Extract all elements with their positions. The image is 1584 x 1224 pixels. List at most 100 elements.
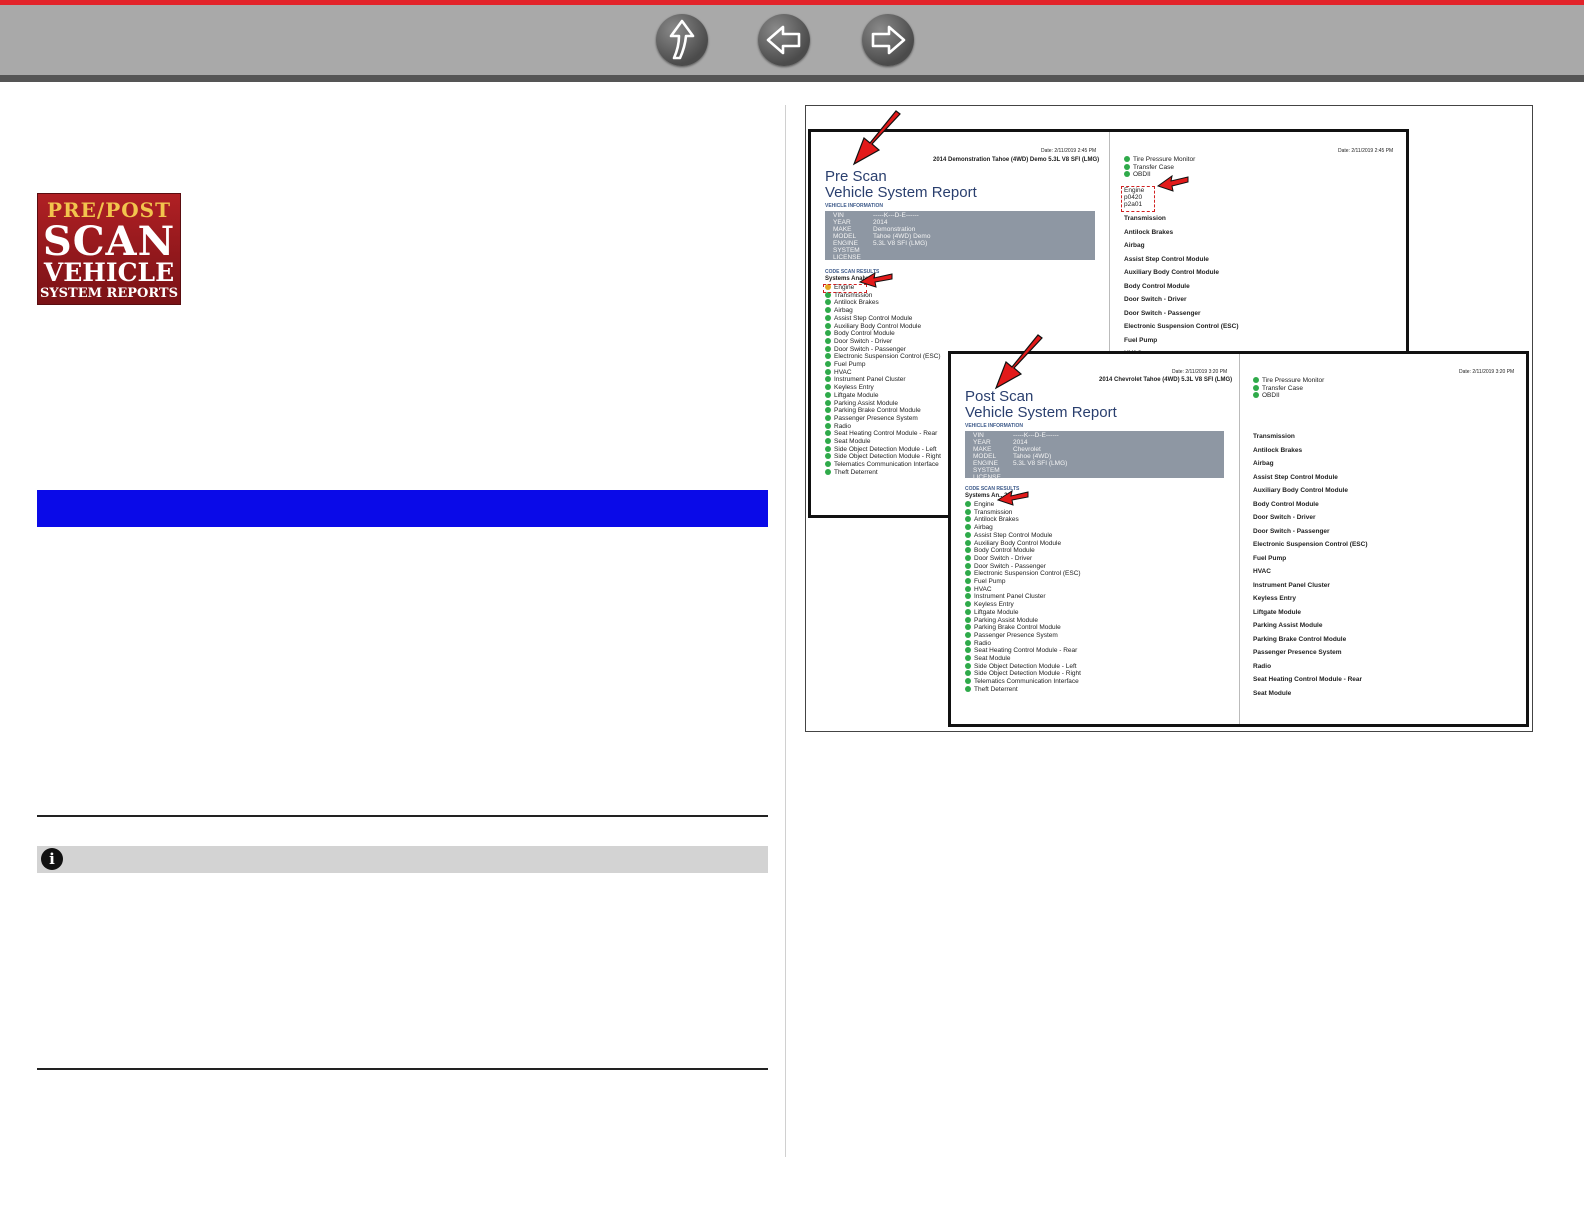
- system-row: Parking Brake Control Module: [965, 624, 1081, 632]
- status-check-icon: [965, 655, 971, 662]
- status-check-icon: [825, 391, 831, 398]
- vin-value: [1013, 474, 1067, 481]
- right-system-label: Liftgate Module: [1253, 608, 1302, 616]
- system-label: Assist Step Control Module: [834, 314, 913, 322]
- system-label: Keyless Entry: [834, 384, 874, 392]
- right-system-label: Parking Assist Module: [1253, 622, 1323, 629]
- pre-report-subtitle: Vehicle System Report: [825, 184, 977, 201]
- system-row: Body Control Module: [825, 330, 941, 338]
- right-system-label: Transmission: [1253, 433, 1295, 440]
- system-row: Instrument Panel Cluster: [965, 593, 1081, 601]
- status-check-icon: [965, 647, 971, 654]
- right-system-label: Airbag: [1253, 460, 1274, 467]
- toolbar-accent-stripe: [0, 0, 1584, 5]
- system-label: Parking Assist Module: [974, 616, 1038, 624]
- system-label: Door Switch - Driver: [834, 337, 893, 345]
- system-label: Door Switch - Passenger: [974, 562, 1046, 570]
- home-button[interactable]: [656, 14, 708, 66]
- system-row: Assist Step Control Module: [825, 314, 941, 323]
- system-row: Radio: [965, 639, 1081, 648]
- status-check-icon: [965, 578, 971, 585]
- status-check-icon: [825, 299, 831, 306]
- system-row: Instrument Panel Cluster: [825, 376, 941, 384]
- right-system-label: Keyless Entry: [1253, 595, 1296, 602]
- system-row: Theft Deterrent: [965, 685, 1081, 694]
- right-top-row: Transfer Case: [1253, 384, 1324, 393]
- status-check-icon: [825, 307, 831, 314]
- divider-top: [37, 815, 768, 817]
- system-label: Radio: [834, 422, 851, 430]
- right-system-label: Body Control Module: [1253, 500, 1319, 508]
- post-title-callout-arrow: [994, 334, 1043, 390]
- vin-key: MODEL: [833, 233, 857, 240]
- status-check-icon: [825, 330, 831, 337]
- vin-value: 5.3L V8 SFI (LMG): [873, 240, 928, 247]
- status-check-icon: [825, 414, 831, 421]
- status-check-icon: [1253, 384, 1259, 391]
- post-right-top-list: Tire Pressure Monitor Transfer Case OBDII: [1253, 377, 1324, 400]
- system-label: Door Switch - Driver: [974, 554, 1033, 562]
- vin-value: Demonstration: [873, 226, 916, 233]
- pre-report-date: Date: 2/11/2019 2:45 PM: [1041, 148, 1097, 154]
- status-check-icon: [965, 616, 971, 623]
- status-check-icon: [965, 539, 971, 546]
- status-check-icon: [825, 399, 831, 406]
- status-check-icon: [825, 353, 831, 360]
- logo-line-3: VEHICLE: [43, 258, 175, 287]
- right-system-label: Parking Brake Control Module: [1253, 635, 1347, 643]
- pre-vehicle-info-label: VEHICLE INFORMATION: [825, 203, 883, 209]
- right-system-label: Electronic Suspension Control (ESC): [1253, 541, 1368, 548]
- vin-value: Tahoe (4WD) Demo: [873, 233, 931, 240]
- system-row: Parking Assist Module: [965, 616, 1081, 625]
- system-label: Side Object Detection Module - Right: [974, 670, 1081, 678]
- system-row: Seat Heating Control Module - Rear: [825, 430, 941, 438]
- system-row: Telematics Communication Interface: [965, 678, 1081, 686]
- status-check-icon: [965, 593, 971, 600]
- system-row: Parking Brake Control Module: [825, 407, 941, 415]
- system-row: Seat Heating Control Module - Rear: [965, 647, 1081, 655]
- pre-report-title: Pre Scan: [825, 168, 887, 185]
- status-check-icon: [965, 554, 971, 561]
- right-system-label: Door Switch - Passenger: [1253, 527, 1330, 535]
- status-check-icon: [825, 384, 831, 391]
- vin-value: -----K---D-E------: [1013, 432, 1059, 439]
- system-label: Door Switch - Passenger: [834, 345, 906, 353]
- section-heading-bar: [37, 490, 768, 527]
- system-label: Keyless Entry: [974, 601, 1014, 609]
- right-system-label: Door Switch - Driver: [1124, 296, 1187, 303]
- pre-vehicle-info-box: VIN YEAR MAKE MODEL ENGINE SYSTEM LICENSE ----…: [825, 211, 1095, 261]
- status-check-icon: [965, 631, 971, 638]
- system-row: Side Object Detection Module - Left: [965, 662, 1081, 671]
- system-label: Electronic Suspension Control (ESC): [834, 353, 941, 361]
- right-top-label: Transfer Case: [1262, 384, 1303, 392]
- system-label: Body Control Module: [974, 547, 1035, 555]
- system-row: Seat Module: [825, 438, 941, 446]
- system-label: Airbag: [834, 307, 853, 315]
- post-report-split: [1239, 354, 1240, 724]
- right-system-label: Passenger Presence System: [1253, 649, 1342, 656]
- system-row: Side Object Detection Module - Left: [825, 445, 941, 454]
- status-check-icon: [1124, 171, 1130, 178]
- system-label: Telematics Communication Interface: [974, 678, 1079, 686]
- pre-vin-values: -----K---D-E------ 2014 Demonstration Tahoe…: [873, 212, 930, 261]
- system-label: Antilock Brakes: [974, 516, 1019, 524]
- system-row: Radio: [825, 422, 941, 431]
- post-vin-values: -----K---D-E------ 2014 Chevrolet Tahoe (4W…: [1013, 432, 1067, 481]
- system-label: Passenger Presence System: [974, 631, 1058, 639]
- status-check-icon: [965, 670, 971, 677]
- right-system-label: Auxiliary Body Control Module: [1253, 487, 1348, 494]
- pre-systems-list: Engine Transmission Antilock Brakes Airbag A…: [825, 284, 941, 477]
- vin-key: VIN: [833, 212, 844, 219]
- system-label: Seat Module: [974, 655, 1011, 663]
- system-row: Side Object Detection Module - Right: [965, 670, 1081, 678]
- status-check-icon: [965, 685, 971, 692]
- system-label: HVAC: [974, 585, 992, 593]
- back-button[interactable]: [758, 14, 810, 66]
- status-check-icon: [825, 453, 831, 460]
- note-header: i: [37, 846, 768, 873]
- system-label: Side Object Detection Module - Left: [974, 662, 1077, 670]
- forward-button[interactable]: [862, 14, 914, 66]
- vin-key: SYSTEM: [973, 467, 1000, 474]
- system-label: Passenger Presence System: [834, 414, 918, 422]
- system-label: Electronic Suspension Control (ESC): [974, 570, 1081, 578]
